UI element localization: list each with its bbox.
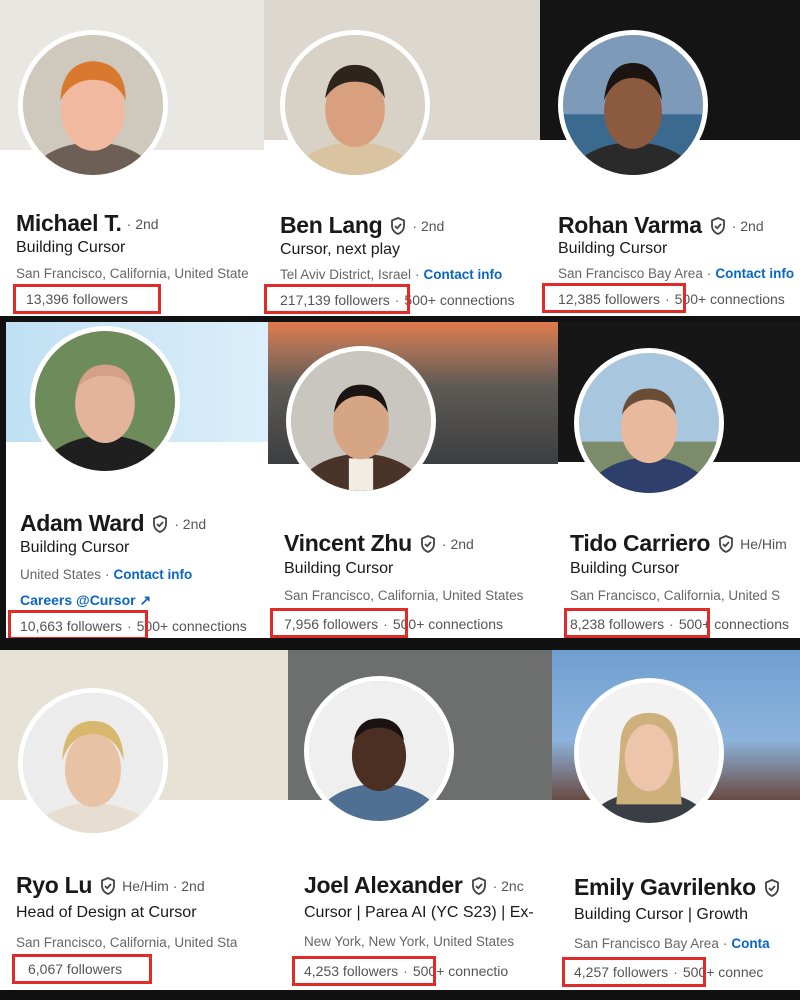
verified-badge-icon <box>717 534 735 553</box>
profile-headline: Building Cursor | Growth <box>574 906 748 923</box>
avatar-photo <box>579 353 719 493</box>
profile-name[interactable]: Tido Carriero <box>570 530 710 557</box>
highlight-box <box>12 954 152 984</box>
profile-location: San Francisco, California, United S <box>570 588 780 603</box>
contact-info-link[interactable]: Conta <box>731 936 769 951</box>
contact-info-link[interactable]: Contact info <box>715 266 794 281</box>
avatar-photo <box>579 683 719 823</box>
verified-badge-icon <box>99 876 117 895</box>
avatar-photo <box>23 693 163 833</box>
external-link-icon: ↗ <box>139 592 152 608</box>
profile-name[interactable]: Vincent Zhu <box>284 530 412 557</box>
profile-headline: Cursor | Parea AI (YC S23) | Ex- <box>304 904 534 921</box>
profile-location: United States · Contact info <box>20 567 193 582</box>
highlight-box <box>542 283 686 313</box>
avatar-photo <box>35 331 175 471</box>
profile-headline: Building Cursor <box>284 560 394 577</box>
connection-degree: · 2nd <box>441 535 474 552</box>
location-text: Tel Aviv District, Israel <box>280 267 412 282</box>
connection-degree: · 2nd <box>731 217 764 234</box>
avatar[interactable] <box>574 348 724 498</box>
avatar[interactable] <box>558 30 708 180</box>
profile-card-joel[interactable]: Joel Alexander · 2nc Cursor | Parea AI (… <box>288 650 552 990</box>
connections-count[interactable]: 500+ connections <box>404 292 514 308</box>
profile-headline: Building Cursor <box>20 539 130 556</box>
connection-degree: · 2nd <box>174 515 207 532</box>
profile-card-vincent[interactable]: Vincent Zhu · 2nd Building Cursor San Fr… <box>268 322 558 638</box>
profile-headline: Head of Design at Cursor <box>16 904 197 921</box>
highlight-box <box>562 957 706 987</box>
profile-location: San Francisco Bay Area · Conta <box>574 936 770 951</box>
location-text: San Francisco, California, United S <box>570 588 781 603</box>
avatar[interactable] <box>304 676 454 826</box>
profile-card-michael[interactable]: Michael T. · 2nd Building Cursor San Fra… <box>0 0 264 316</box>
verified-badge-icon <box>389 216 407 235</box>
verified-badge-icon <box>419 534 437 553</box>
profile-headline: Building Cursor <box>16 239 126 256</box>
profile-name[interactable]: Adam Ward <box>20 510 145 537</box>
profile-name[interactable]: Rohan Varma <box>558 212 702 239</box>
highlight-box <box>13 284 161 314</box>
highlight-box <box>270 608 408 638</box>
avatar[interactable] <box>18 688 168 838</box>
profile-location: San Francisco Bay Area · Contact info <box>558 266 795 281</box>
location-text: San Francisco, California, United State <box>16 266 249 281</box>
location-text: San Francisco Bay Area <box>574 936 719 951</box>
profile-location: Tel Aviv District, Israel · Contact info <box>280 267 503 282</box>
avatar-photo <box>285 35 425 175</box>
highlight-box <box>8 610 148 638</box>
profile-name[interactable]: Ryo Lu <box>16 872 92 899</box>
connections-count[interactable]: 500+ connections <box>393 616 503 632</box>
profile-name[interactable]: Emily Gavrilenko <box>574 874 756 901</box>
profile-card-ben[interactable]: Ben Lang · 2nd Cursor, next play Tel Avi… <box>264 0 540 316</box>
avatar[interactable] <box>286 346 436 496</box>
avatar-photo <box>23 35 163 175</box>
profile-headline: Building Cursor <box>558 240 668 257</box>
profile-card-rohan[interactable]: Rohan Varma · 2nd Building Cursor San Fr… <box>540 0 800 316</box>
connections-count[interactable]: 500+ connections <box>137 618 247 634</box>
careers-link[interactable]: Careers @Cursor ↗ <box>20 592 151 609</box>
connection-degree: · 2nd <box>412 217 445 234</box>
profile-location: San Francisco, California, United States <box>284 588 523 603</box>
profile-headline: Cursor, next play <box>280 241 401 258</box>
location-text: New York, New York, United States <box>304 934 515 949</box>
profile-card-emily[interactable]: Emily Gavrilenko Building Cursor | Growt… <box>552 650 800 990</box>
profile-card-adam[interactable]: Adam Ward · 2nd Building Cursor United S… <box>6 322 268 638</box>
profile-location: San Francisco, California, United State <box>16 266 249 281</box>
location-text: San Francisco, California, United States <box>284 588 524 603</box>
profile-card-tido[interactable]: Tido Carriero He/Him Building Cursor San… <box>558 322 800 638</box>
location-text: San Francisco Bay Area <box>558 266 703 281</box>
avatar-photo <box>291 351 431 491</box>
profile-name[interactable]: Michael T. <box>16 210 122 237</box>
location-text: United States <box>20 567 102 582</box>
avatar[interactable] <box>574 678 724 828</box>
contact-info-link[interactable]: Contact info <box>424 267 503 282</box>
avatar[interactable] <box>30 326 180 476</box>
careers-link-label[interactable]: Careers @Cursor <box>20 592 136 608</box>
avatar-photo <box>563 35 703 175</box>
profile-name[interactable]: Ben Lang <box>280 212 383 239</box>
profile-headline: Building Cursor <box>570 560 680 577</box>
highlight-box <box>264 284 410 314</box>
connection-degree: · 2nd <box>126 215 159 232</box>
pronouns-degree: He/Him · 2nd <box>122 877 205 894</box>
contact-info-link[interactable]: Contact info <box>114 567 193 582</box>
avatar[interactable] <box>18 30 168 180</box>
profile-location: San Francisco, California, United Sta <box>16 935 237 950</box>
profile-location: New York, New York, United States <box>304 934 514 949</box>
pronouns: He/Him <box>740 535 787 552</box>
connections-count[interactable]: 500+ connections <box>675 291 785 307</box>
highlight-box <box>292 956 436 986</box>
verified-badge-icon <box>709 216 727 235</box>
avatar[interactable] <box>280 30 430 180</box>
connection-degree: · 2nc <box>492 877 524 894</box>
location-text: San Francisco, California, United Sta <box>16 935 238 950</box>
verified-badge-icon <box>151 514 169 533</box>
profile-card-ryo[interactable]: Ryo Lu He/Him · 2nd Head of Design at Cu… <box>0 650 288 990</box>
avatar-photo <box>309 681 449 821</box>
verified-badge-icon <box>763 878 781 897</box>
verified-badge-icon <box>470 876 488 895</box>
profile-name[interactable]: Joel Alexander <box>304 872 463 899</box>
highlight-box <box>564 608 710 638</box>
